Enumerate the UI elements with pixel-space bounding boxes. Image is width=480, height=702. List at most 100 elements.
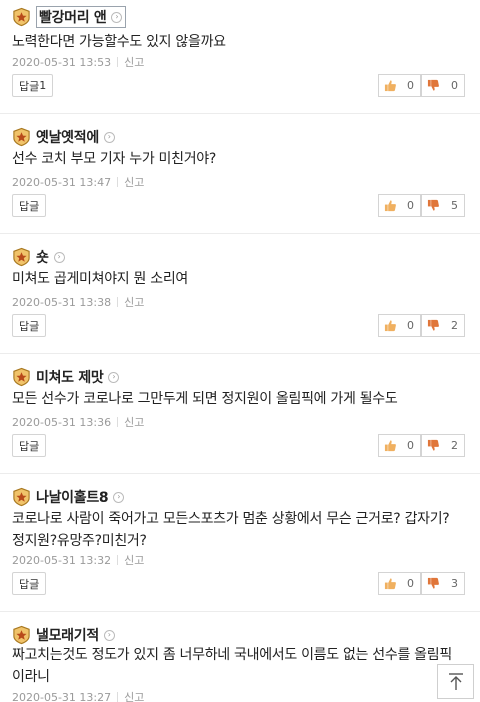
timestamp: 2020-05-31 13:47 bbox=[12, 175, 112, 189]
dislike-button[interactable]: 2 bbox=[421, 434, 465, 457]
report-link[interactable]: 신고 bbox=[124, 294, 144, 310]
comment-meta: 2020-05-31 13:27 신고 bbox=[12, 689, 144, 702]
chevron-right-icon: › bbox=[103, 629, 115, 641]
dislike-count: 5 bbox=[451, 199, 458, 212]
nickname-link[interactable]: 숏 › bbox=[36, 247, 65, 267]
thumbs-down-icon bbox=[427, 79, 439, 91]
comment-meta: 2020-05-31 13:53 신고 bbox=[12, 54, 144, 70]
chevron-right-icon: › bbox=[108, 371, 120, 383]
report-link[interactable]: 신고 bbox=[124, 54, 144, 70]
meta-divider bbox=[117, 417, 119, 427]
thumbs-down-icon bbox=[427, 439, 439, 451]
thumbs-up-icon bbox=[384, 320, 396, 332]
nickname: 미쳐도 제맛 bbox=[36, 370, 104, 386]
dislike-button[interactable]: 0 bbox=[421, 74, 465, 97]
divider bbox=[0, 353, 480, 354]
comment-header: 옛날옛적에 › bbox=[12, 126, 115, 148]
chevron-right-icon: › bbox=[113, 491, 125, 503]
comment-header: 낼모래기적 › bbox=[12, 624, 115, 646]
meta-divider bbox=[117, 555, 119, 565]
rank-badge-icon bbox=[13, 127, 30, 147]
timestamp: 2020-05-31 13:36 bbox=[12, 415, 112, 429]
chevron-right-icon: › bbox=[103, 131, 115, 143]
meta-divider bbox=[117, 692, 119, 702]
like-button[interactable]: 0 bbox=[378, 572, 421, 595]
chevron-right-icon: › bbox=[53, 251, 65, 263]
reply-button[interactable]: 답글 bbox=[12, 314, 47, 337]
reply-button[interactable]: 답글 bbox=[12, 434, 47, 457]
nickname: 숏 bbox=[36, 250, 49, 266]
comment-text: 짜고치는것도 정도가 있지 좀 너무하네 국내에서도 이름도 없는 선수를 올림… bbox=[12, 647, 452, 685]
like-button[interactable]: 0 bbox=[378, 194, 421, 217]
thumbs-up-icon bbox=[384, 80, 396, 92]
divider bbox=[0, 473, 480, 474]
comment-text: 모든 선수가 코로나로 그만두게 되면 정지원이 올림픽에 가게 될수도 bbox=[12, 391, 398, 407]
comment-header: 나날이홀트8 › bbox=[12, 486, 125, 508]
reply-button[interactable]: 답글 1 bbox=[12, 74, 54, 97]
meta-divider bbox=[117, 57, 119, 67]
rank-badge-icon bbox=[13, 367, 30, 387]
scroll-to-top-button[interactable] bbox=[437, 664, 474, 699]
chevron-right-icon: › bbox=[111, 11, 123, 23]
like-count: 0 bbox=[407, 79, 414, 92]
nickname: 낼모래기적 bbox=[36, 628, 99, 644]
comment-header: 빨강머리 앤 › bbox=[12, 6, 127, 28]
report-link[interactable]: 신고 bbox=[124, 414, 144, 430]
divider bbox=[0, 233, 480, 234]
report-link[interactable]: 신고 bbox=[124, 689, 144, 702]
divider bbox=[0, 113, 480, 114]
report-link[interactable]: 신고 bbox=[124, 552, 144, 568]
nickname-link[interactable]: 옛날옛적에 › bbox=[36, 127, 115, 147]
reply-count: 1 bbox=[39, 79, 47, 92]
meta-divider bbox=[117, 297, 119, 307]
dislike-button[interactable]: 5 bbox=[421, 194, 465, 217]
nickname-link[interactable]: 낼모래기적 › bbox=[36, 625, 115, 645]
dislike-count: 3 bbox=[451, 577, 458, 590]
nickname-link[interactable]: 미쳐도 제맛 › bbox=[36, 367, 120, 387]
dislike-button[interactable]: 3 bbox=[421, 572, 465, 595]
comment-meta: 2020-05-31 13:47 신고 bbox=[12, 174, 144, 190]
thumbs-down-icon bbox=[427, 199, 439, 211]
timestamp: 2020-05-31 13:53 bbox=[12, 55, 112, 69]
like-count: 0 bbox=[407, 439, 414, 452]
nickname-link[interactable]: 나날이홀트8 › bbox=[36, 487, 125, 507]
dislike-count: 2 bbox=[451, 319, 458, 332]
comment-header: 미쳐도 제맛 › bbox=[12, 366, 120, 388]
comment-meta: 2020-05-31 13:32 신고 bbox=[12, 552, 144, 568]
like-button[interactable]: 0 bbox=[378, 434, 421, 457]
divider bbox=[0, 611, 480, 612]
nickname-link[interactable]: 빨강머리 앤 › bbox=[36, 6, 127, 28]
reply-button[interactable]: 답글 bbox=[12, 194, 47, 217]
comment-text: 노력한다면 가능할수도 있지 않을까요 bbox=[12, 34, 226, 50]
dislike-count: 0 bbox=[451, 79, 458, 92]
nickname: 옛날옛적에 bbox=[36, 130, 99, 146]
timestamp: 2020-05-31 13:38 bbox=[12, 295, 112, 309]
rank-badge-icon bbox=[13, 247, 30, 267]
nickname: 빨강머리 앤 bbox=[39, 10, 107, 26]
nickname: 나날이홀트8 bbox=[36, 490, 109, 506]
like-count: 0 bbox=[407, 319, 414, 332]
comment-meta: 2020-05-31 13:38 신고 bbox=[12, 294, 144, 310]
comment-text: 코로나로 사람이 죽어가고 모든스포츠가 멈춘 상황에서 무슨 근거로? 갑자기… bbox=[12, 511, 450, 549]
meta-divider bbox=[117, 177, 119, 187]
comment-meta: 2020-05-31 13:36 신고 bbox=[12, 414, 144, 430]
arrow-up-icon bbox=[448, 672, 463, 690]
comment-text: 미쳐도 곱게미쳐야지 뭔 소리여 bbox=[12, 271, 188, 287]
timestamp: 2020-05-31 13:32 bbox=[12, 553, 112, 567]
like-button[interactable]: 0 bbox=[378, 74, 421, 97]
thumbs-up-icon bbox=[384, 440, 396, 452]
reply-button[interactable]: 답글 bbox=[12, 572, 47, 595]
like-count: 0 bbox=[407, 199, 414, 212]
rank-badge-icon bbox=[13, 625, 30, 645]
dislike-button[interactable]: 2 bbox=[421, 314, 465, 337]
thumbs-down-icon bbox=[427, 319, 439, 331]
report-link[interactable]: 신고 bbox=[124, 174, 144, 190]
comment-header: 숏 › bbox=[12, 246, 65, 268]
like-button[interactable]: 0 bbox=[378, 314, 421, 337]
dislike-count: 2 bbox=[451, 439, 458, 452]
thumbs-up-icon bbox=[384, 200, 396, 212]
rank-badge-icon bbox=[13, 487, 30, 507]
thumbs-up-icon bbox=[384, 578, 396, 590]
thumbs-down-icon bbox=[427, 577, 439, 589]
comment-text: 선수 코치 부모 기자 누가 미친거야? bbox=[12, 151, 217, 167]
